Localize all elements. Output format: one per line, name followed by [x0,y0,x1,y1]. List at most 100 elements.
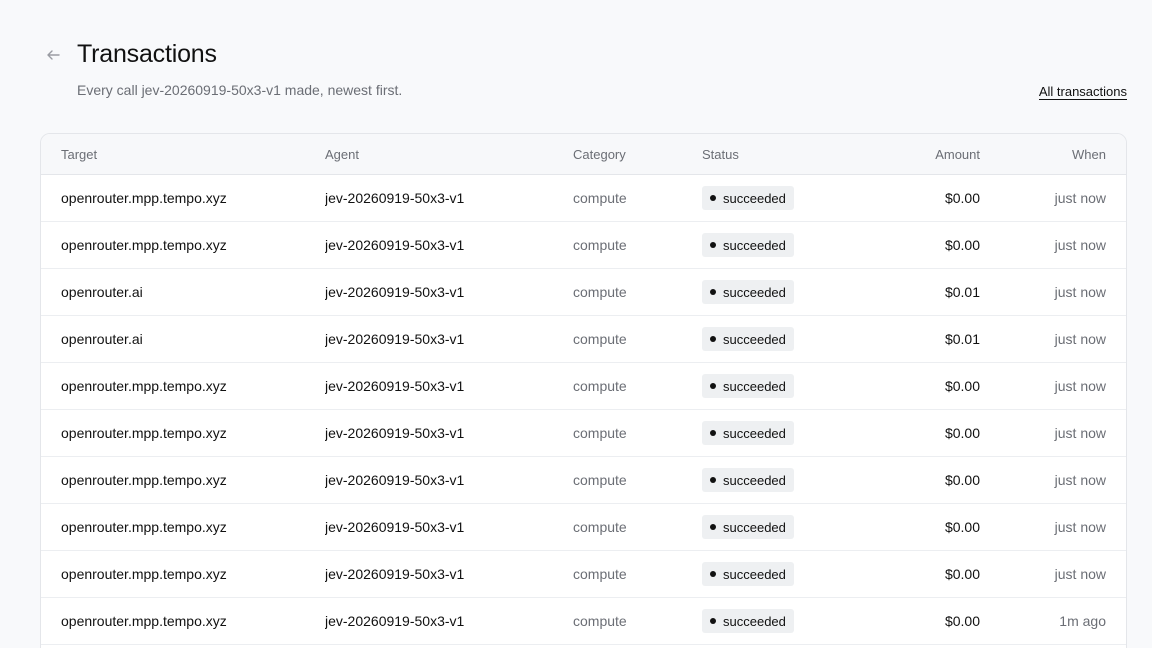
cell-amount: $0.00 [862,503,1000,551]
cell-amount: $0.01 [862,268,1000,316]
status-badge: succeeded [702,327,794,351]
cell-target: openrouter.ai [41,268,325,316]
status-badge: succeeded [702,233,794,257]
cell-agent: jev-20260919-50x3-v1 [325,503,573,551]
table-row[interactable]: openrouter.mpp.tempo.xyz jev-20260919-50x… [41,409,1126,457]
cell-when: just now [1000,409,1126,457]
cell-agent: jev-20260919-50x3-v1 [325,268,573,316]
status-dot-icon [710,618,716,624]
cell-amount: $0.01 [862,315,1000,363]
cell-status: succeeded [702,362,862,410]
cell-status: succeeded [702,315,862,363]
table-row[interactable]: openrouter.mpp.tempo.xyz jev-20260919-50x… [41,362,1126,410]
cell-when: just now [1000,456,1126,504]
table-row[interactable]: openrouter.ai jev-20260919-50x3-v1 compute… [41,268,1126,316]
cell-amount: $0.00 [862,221,1000,269]
status-badge: succeeded [702,280,794,304]
cell-status: succeeded [702,221,862,269]
cell-category: compute [573,221,702,269]
all-transactions-link[interactable]: All transactions [1038,84,1127,100]
arrow-left-icon[interactable] [44,46,62,64]
cell-when: just now [1000,268,1126,316]
status-label: succeeded [723,613,786,629]
status-badge: succeeded [702,609,794,633]
cell-agent: jev-20260919-50x3-v1 [325,174,573,222]
column-header-agent: Agent [325,134,573,175]
status-label: succeeded [723,190,786,206]
transactions-table: Target Agent Category Status Amount When… [40,133,1127,648]
status-label: succeeded [723,425,786,441]
status-badge: succeeded [702,186,794,210]
cell-status: succeeded [702,456,862,504]
cell-category: compute [573,550,702,598]
cell-status: succeeded [702,503,862,551]
status-dot-icon [710,430,716,436]
cell-when: just now [1000,503,1126,551]
status-dot-icon [710,571,716,577]
column-header-amount: Amount [862,134,1000,175]
status-badge: succeeded [702,468,794,492]
cell-when: just now [1000,550,1126,598]
status-dot-icon [710,336,716,342]
cell-amount: $0.00 [862,456,1000,504]
status-dot-icon [710,477,716,483]
cell-amount: $0.00 [862,174,1000,222]
cell-when: just now [1000,362,1126,410]
cell-status: succeeded [702,597,862,645]
cell-amount: $0.00 [862,362,1000,410]
cell-status: succeeded [702,268,862,316]
status-dot-icon [710,524,716,530]
cell-agent: jev-20260919-50x3-v1 [325,409,573,457]
cell-when: 1m ago [1000,597,1126,645]
column-header-status: Status [702,134,862,175]
cell-category: compute [573,409,702,457]
table-row[interactable]: openrouter.ai jev-20260919-50x3-v1 compute… [41,315,1126,363]
status-badge: succeeded [702,515,794,539]
cell-amount: $0.00 [862,550,1000,598]
table-header-row: Target Agent Category Status Amount When [41,134,1126,175]
cell-agent: jev-20260919-50x3-v1 [325,221,573,269]
cell-target: openrouter.ai [41,315,325,363]
status-dot-icon [710,195,716,201]
table-row[interactable]: openrouter.mpp.tempo.xyz jev-20260919-50x… [41,456,1126,504]
column-header-when: When [1000,134,1126,175]
cell-agent: jev-20260919-50x3-v1 [325,456,573,504]
cell-target: openrouter.mpp.tempo.xyz [41,597,325,645]
page-subtitle: Every call jev-20260919-50x3-v1 made, ne… [77,82,403,98]
page-title: Transactions [77,40,217,68]
column-header-target: Target [41,134,325,175]
cell-category: compute [573,456,702,504]
cell-agent: jev-20260919-50x3-v1 [325,597,573,645]
status-label: succeeded [723,378,786,394]
cell-category: compute [573,174,702,222]
cell-target: openrouter.mpp.tempo.xyz [41,174,325,222]
cell-status: succeeded [702,409,862,457]
table-row[interactable]: openrouter.mpp.tempo.xyz jev-20260919-50x… [41,597,1126,645]
cell-status: succeeded [702,550,862,598]
table-row[interactable]: openrouter.mpp.tempo.xyz jev-20260919-50x… [41,174,1126,222]
status-label: succeeded [723,237,786,253]
status-label: succeeded [723,472,786,488]
status-label: succeeded [723,519,786,535]
cell-target: openrouter.mpp.tempo.xyz [41,409,325,457]
status-label: succeeded [723,331,786,347]
cell-when: just now [1000,174,1126,222]
cell-target: openrouter.mpp.tempo.xyz [41,456,325,504]
cell-status: succeeded [702,174,862,222]
cell-agent: jev-20260919-50x3-v1 [325,550,573,598]
status-dot-icon [710,289,716,295]
cell-agent: jev-20260919-50x3-v1 [325,362,573,410]
cell-target: openrouter.mpp.tempo.xyz [41,503,325,551]
cell-category: compute [573,362,702,410]
cell-amount: $0.00 [862,409,1000,457]
transactions-page: Transactions Every call jev-20260919-50x… [0,0,1152,648]
table-row[interactable]: openrouter.mpp.tempo.xyz jev-20260919-50x… [41,503,1126,551]
cell-category: compute [573,597,702,645]
cell-category: compute [573,315,702,363]
cell-agent: jev-20260919-50x3-v1 [325,315,573,363]
status-badge: succeeded [702,421,794,445]
table-row[interactable]: openrouter.mpp.tempo.xyz jev-20260919-50x… [41,221,1126,269]
cell-when: just now [1000,315,1126,363]
table-row[interactable]: openrouter.mpp.tempo.xyz jev-20260919-50x… [41,550,1126,598]
status-badge: succeeded [702,374,794,398]
